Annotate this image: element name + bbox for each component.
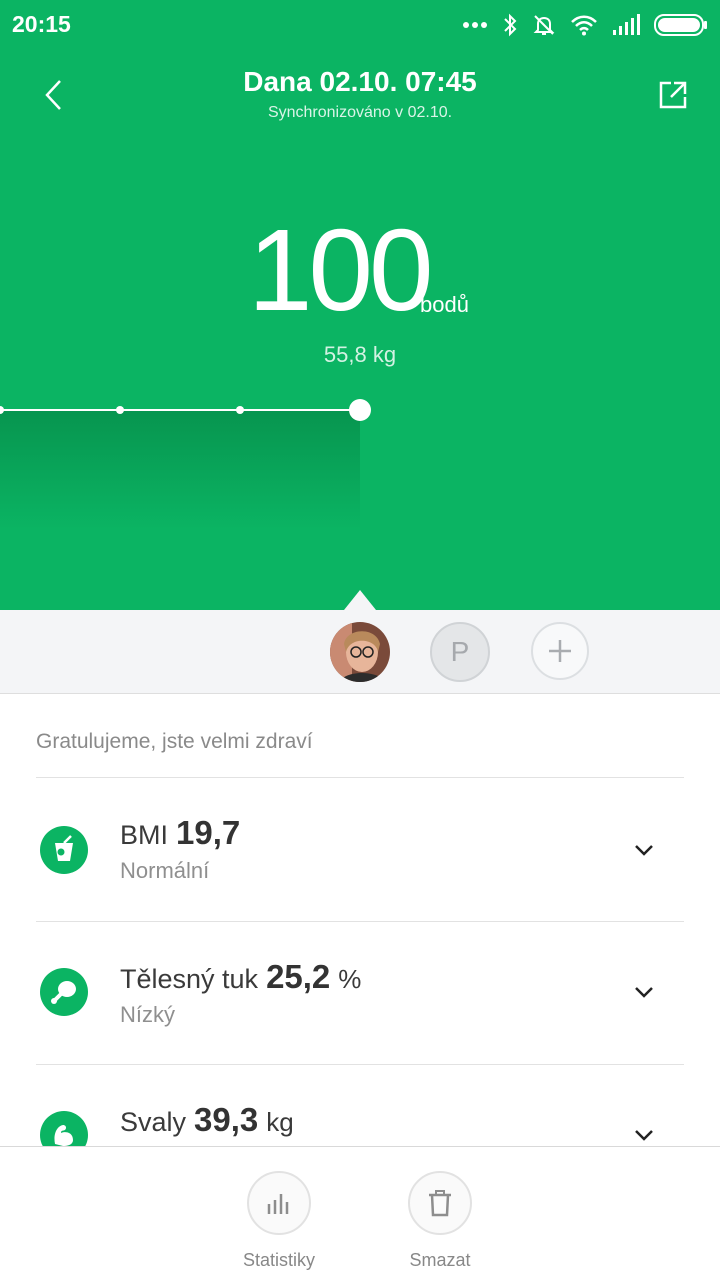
delete-label: Smazat bbox=[409, 1250, 471, 1270]
metric-value: 25,2 bbox=[266, 958, 331, 995]
metric-row-body-fat[interactable]: Tělesný tuk 25,2 % Nízký bbox=[0, 922, 720, 1062]
metric-name: Tělesný tuk bbox=[120, 964, 259, 994]
chart-point[interactable] bbox=[116, 406, 124, 414]
drink-icon bbox=[40, 826, 88, 874]
metric-status: Normální bbox=[120, 858, 210, 883]
user-p-button[interactable]: P bbox=[430, 622, 490, 682]
drumstick-icon bbox=[40, 968, 88, 1016]
score-trend-chart[interactable] bbox=[0, 395, 720, 530]
chart-point-selected[interactable] bbox=[349, 399, 371, 421]
more-dots-icon bbox=[462, 21, 488, 29]
add-user-button[interactable] bbox=[531, 622, 589, 680]
share-external-icon bbox=[659, 81, 687, 109]
chevron-down-icon[interactable] bbox=[632, 1123, 656, 1147]
chevron-down-icon[interactable] bbox=[632, 838, 656, 862]
metric-line: Svaly 39,3 kg bbox=[120, 1101, 294, 1139]
selection-pointer bbox=[344, 590, 376, 610]
metric-row-bmi[interactable]: BMI 19,7 Normální bbox=[0, 778, 720, 918]
bluetooth-icon bbox=[502, 13, 518, 37]
statistics-label: Statistiky bbox=[242, 1250, 316, 1270]
chart-point[interactable] bbox=[236, 406, 244, 414]
metric-name: BMI bbox=[120, 820, 169, 850]
statistics-button[interactable] bbox=[247, 1171, 311, 1235]
status-icons bbox=[462, 10, 708, 40]
delete-button[interactable] bbox=[408, 1171, 472, 1235]
metric-name: Svaly bbox=[120, 1107, 187, 1137]
weight-value: 55,8 kg bbox=[323, 342, 397, 367]
metric-line: Tělesný tuk 25,2 % bbox=[120, 958, 361, 996]
metric-value: 19,7 bbox=[176, 814, 241, 851]
sync-status: Synchronizováno v 02.10. bbox=[267, 104, 453, 121]
plus-icon bbox=[549, 640, 571, 662]
avatar[interactable] bbox=[330, 622, 390, 682]
trash-icon bbox=[429, 1190, 451, 1217]
metric-unit: kg bbox=[266, 1107, 294, 1137]
user-initial: P bbox=[450, 636, 470, 667]
battery-icon bbox=[654, 14, 708, 36]
score-value: 100 bbox=[248, 205, 434, 335]
bottom-action-bar: Statistiky Smazat bbox=[0, 1146, 720, 1280]
bell-off-icon bbox=[532, 13, 556, 37]
chevron-down-icon[interactable] bbox=[632, 980, 656, 1004]
status-time: 20:15 bbox=[12, 11, 71, 37]
metric-unit: % bbox=[338, 964, 362, 994]
bar-chart-icon bbox=[267, 1194, 289, 1214]
health-summary: Gratulujeme, jste velmi zdraví bbox=[36, 730, 313, 753]
page-title: Dana 02.10. 07:45 bbox=[243, 66, 477, 97]
wifi-icon bbox=[570, 14, 598, 36]
metric-value: 39,3 bbox=[194, 1101, 259, 1138]
user-switcher: P bbox=[0, 610, 720, 694]
metric-line: BMI 19,7 bbox=[120, 814, 240, 852]
share-button[interactable] bbox=[648, 70, 698, 120]
metric-status: Nízký bbox=[120, 1002, 175, 1027]
status-bar: 20:15 bbox=[0, 0, 720, 50]
chart-area-fill bbox=[0, 410, 360, 530]
score-unit: bodů bbox=[420, 292, 469, 317]
signal-icon bbox=[612, 14, 640, 36]
